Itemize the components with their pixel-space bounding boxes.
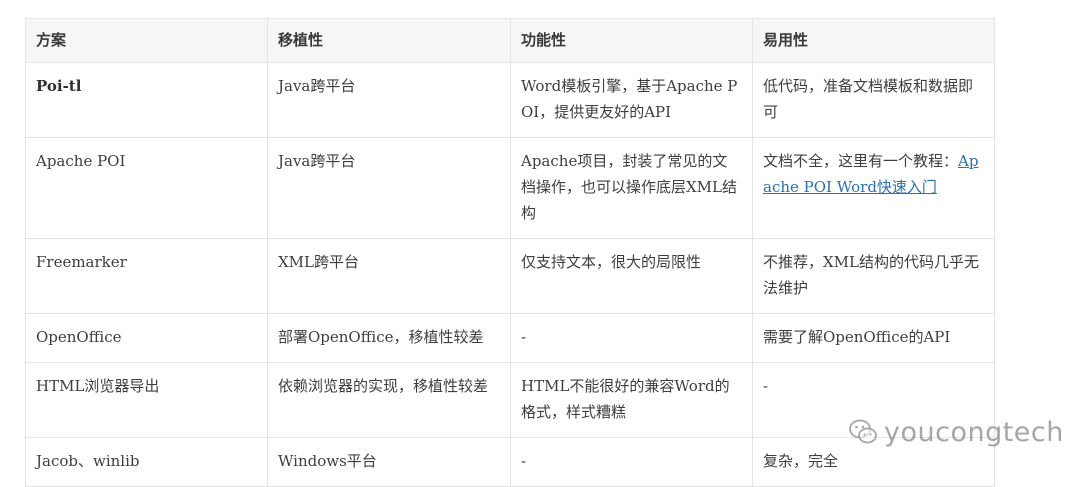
comparison-table: 方案 移植性 功能性 易用性 Poi-tl Java跨平台 Word模板引擎，基… <box>25 18 995 487</box>
cell-portability: 依赖浏览器的实现，移植性较差 <box>267 362 511 438</box>
table-row: Freemarker XML跨平台 仅支持文本，很大的局限性 不推荐，XML结构… <box>25 238 995 314</box>
cell-functionality: HTML不能很好的兼容Word的格式，样式糟糕 <box>510 362 753 438</box>
cell-usability: 文档不全，这里有一个教程：Apache POI Word快速入门 <box>752 137 995 239</box>
cell-functionality: - <box>510 313 753 363</box>
usability-text: 文档不全，这里有一个教程： <box>763 152 959 170</box>
cell-solution: Apache POI <box>25 137 268 239</box>
cell-portability: Windows平台 <box>267 437 511 487</box>
comparison-table-container: 方案 移植性 功能性 易用性 Poi-tl Java跨平台 Word模板引擎，基… <box>25 18 995 487</box>
table-header-row: 方案 移植性 功能性 易用性 <box>25 18 995 63</box>
cell-usability: 需要了解OpenOffice的API <box>752 313 995 363</box>
header-solution: 方案 <box>25 18 268 63</box>
cell-usability: 不推荐，XML结构的代码几乎无法维护 <box>752 238 995 314</box>
header-functionality: 功能性 <box>510 18 753 63</box>
cell-solution: Poi-tl <box>25 62 268 138</box>
cell-solution: Jacob、winlib <box>25 437 268 487</box>
table-row: OpenOffice 部署OpenOffice，移植性较差 - 需要了解Open… <box>25 313 995 363</box>
header-portability: 移植性 <box>267 18 511 63</box>
cell-usability: 复杂，完全 <box>752 437 995 487</box>
header-usability: 易用性 <box>752 18 995 63</box>
cell-portability: XML跨平台 <box>267 238 511 314</box>
cell-usability: 低代码，准备文档模板和数据即可 <box>752 62 995 138</box>
cell-functionality: 仅支持文本，很大的局限性 <box>510 238 753 314</box>
cell-solution: OpenOffice <box>25 313 268 363</box>
cell-functionality: Word模板引擎，基于Apache POI，提供更友好的API <box>510 62 753 138</box>
cell-portability: Java跨平台 <box>267 137 511 239</box>
cell-portability: 部署OpenOffice，移植性较差 <box>267 313 511 363</box>
cell-portability: Java跨平台 <box>267 62 511 138</box>
cell-usability: - <box>752 362 995 438</box>
table-row: Apache POI Java跨平台 Apache项目，封装了常见的文档操作，也… <box>25 137 995 239</box>
table-row: Poi-tl Java跨平台 Word模板引擎，基于Apache POI，提供更… <box>25 62 995 138</box>
cell-functionality: - <box>510 437 753 487</box>
table-row: Jacob、winlib Windows平台 - 复杂，完全 <box>25 437 995 487</box>
cell-solution: Freemarker <box>25 238 268 314</box>
table-row: HTML浏览器导出 依赖浏览器的实现，移植性较差 HTML不能很好的兼容Word… <box>25 362 995 438</box>
cell-functionality: Apache项目，封装了常见的文档操作，也可以操作底层XML结构 <box>510 137 753 239</box>
cell-solution: HTML浏览器导出 <box>25 362 268 438</box>
